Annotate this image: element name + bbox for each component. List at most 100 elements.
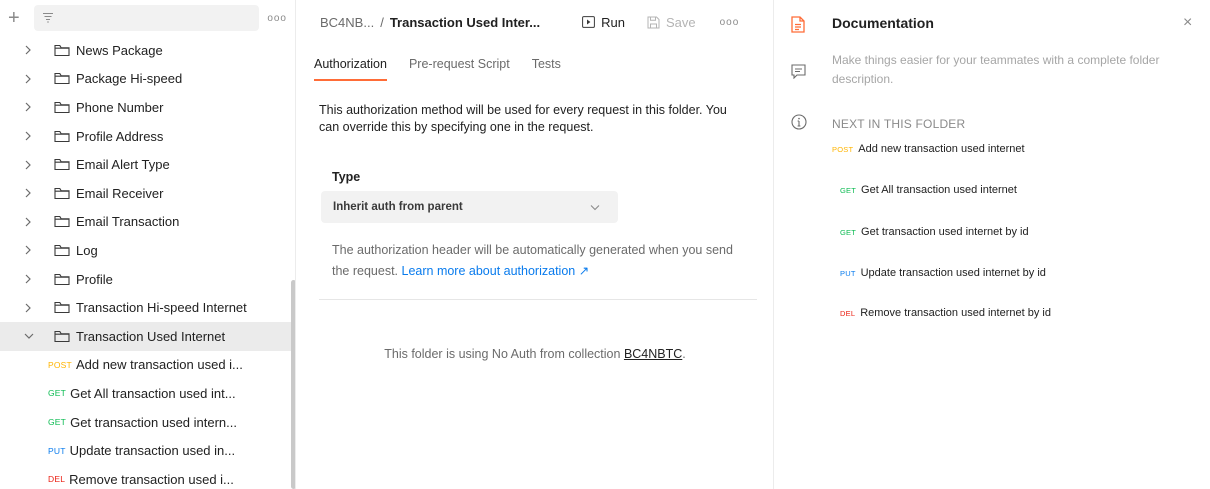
close-icon[interactable]: × <box>1183 14 1192 32</box>
sidebar-folder[interactable]: Package Hi-speed <box>0 65 295 94</box>
editor-tabs: Authorization Pre-request Script Tests <box>297 44 773 82</box>
chevron-right-icon[interactable] <box>24 303 54 313</box>
sidebar-folder[interactable]: News Package <box>0 36 295 65</box>
next-request-label: Remove transaction used internet by id <box>860 307 1051 319</box>
next-request-label: Add new transaction used internet <box>858 143 1025 155</box>
run-button[interactable]: Run <box>582 15 625 30</box>
folder-icon <box>54 301 70 314</box>
folder-list: News Package Package Hi-speed Phone Numb… <box>0 36 295 489</box>
run-label: Run <box>601 14 625 30</box>
info-icon[interactable] <box>791 114 807 133</box>
chevron-right-icon[interactable] <box>24 74 54 84</box>
sidebar-folder-selected[interactable]: Transaction Used Internet <box>0 321 295 351</box>
filter-icon <box>42 11 54 26</box>
sidebar-folder[interactable]: Profile <box>0 265 295 294</box>
folder-icon <box>54 158 70 171</box>
sidebar-request[interactable]: POST Add new transaction used i... <box>0 351 295 380</box>
sidebar-folder[interactable]: Transaction Hi-speed Internet <box>0 293 295 322</box>
folder-icon <box>54 130 70 143</box>
editor-header: BC4NB... / Transaction Used Inter... Run… <box>297 0 773 44</box>
folder-label: Phone Number <box>76 99 164 115</box>
noauth-message: This folder is using No Auth from collec… <box>297 347 773 361</box>
chevron-right-icon[interactable] <box>24 217 54 227</box>
request-label: Remove transaction used i... <box>69 471 234 487</box>
breadcrumb-collection[interactable]: BC4NB... <box>320 15 374 30</box>
save-icon <box>647 16 660 29</box>
chevron-right-icon[interactable] <box>24 102 54 112</box>
next-request-label: Update transaction used internet by id <box>860 267 1046 279</box>
documentation-title: Documentation <box>832 15 934 31</box>
more-options-icon[interactable]: ooo <box>259 13 287 24</box>
breadcrumb-separator: / <box>380 14 384 30</box>
folder-label: Log <box>76 242 98 258</box>
sidebar-folder[interactable]: Email Transaction <box>0 208 295 237</box>
next-request-item[interactable]: GET Get All transaction used internet <box>840 184 1017 196</box>
play-icon <box>582 16 595 28</box>
comments-icon[interactable] <box>791 64 806 82</box>
folder-label: Email Alert Type <box>76 157 170 173</box>
folder-editor: BC4NB... / Transaction Used Inter... Run… <box>297 0 773 489</box>
sidebar-request[interactable]: GET Get transaction used intern... <box>0 408 295 437</box>
folder-description-input[interactable]: Make things easier for your teammates wi… <box>832 51 1202 89</box>
chevron-right-icon[interactable] <box>24 245 54 255</box>
sidebar-toolbar: + ooo <box>0 0 295 36</box>
folder-label: Package Hi-speed <box>76 71 183 87</box>
collection-link[interactable]: BC4NBTC <box>624 347 682 361</box>
filter-input[interactable] <box>34 5 259 31</box>
chevron-down-icon[interactable] <box>24 332 54 340</box>
folder-icon <box>54 101 70 114</box>
breadcrumb-current[interactable]: Transaction Used Inter... <box>390 15 540 30</box>
sidebar-folder[interactable]: Log <box>0 236 295 265</box>
request-label: Add new transaction used i... <box>75 357 243 373</box>
save-button[interactable]: Save <box>647 15 696 30</box>
chevron-right-icon[interactable] <box>24 160 54 170</box>
noauth-suffix: . <box>682 347 686 361</box>
noauth-text: This folder is using No Auth from collec… <box>384 347 621 361</box>
folder-label: Email Transaction <box>76 214 180 230</box>
sidebar-request[interactable]: DEL Remove transaction used i... <box>0 465 295 489</box>
method-badge: PUT <box>840 268 856 278</box>
method-badge: GET <box>48 388 67 399</box>
chevron-right-icon[interactable] <box>24 188 54 198</box>
sidebar-request[interactable]: GET Get All transaction used int... <box>0 379 295 408</box>
method-badge: POST <box>48 359 72 370</box>
method-badge: GET <box>840 227 857 237</box>
sidebar-folder[interactable]: Profile Address <box>0 122 295 151</box>
sidebar: + ooo News Package Package Hi-speed Phon… <box>0 0 296 489</box>
folder-icon <box>54 44 70 57</box>
tab-tests[interactable]: Tests <box>532 44 561 81</box>
tab-pre-request-script[interactable]: Pre-request Script <box>409 44 510 81</box>
auth-type-select[interactable]: Inherit auth from parent <box>321 191 618 223</box>
folder-label: Profile <box>76 271 113 287</box>
folder-label: Email Receiver <box>76 185 164 201</box>
folder-icon <box>54 244 70 257</box>
method-badge: GET <box>48 417 67 428</box>
learn-more-link[interactable]: Learn more about authorization ↗ <box>402 264 590 278</box>
chevron-down-icon <box>590 204 600 211</box>
documentation-icon[interactable] <box>791 16 805 36</box>
folder-icon <box>54 187 70 200</box>
chevron-right-icon[interactable] <box>24 131 54 141</box>
sidebar-request[interactable]: PUT Update transaction used in... <box>0 436 295 465</box>
folder-label: News Package <box>76 42 163 58</box>
folder-icon <box>54 330 70 343</box>
chevron-right-icon[interactable] <box>24 45 54 55</box>
next-in-folder-header: NEXT IN THIS FOLDER <box>832 117 966 131</box>
folder-icon <box>54 273 70 286</box>
next-request-item[interactable]: POST Add new transaction used internet <box>832 143 1025 155</box>
sidebar-scrollbar[interactable] <box>291 280 295 489</box>
tab-authorization[interactable]: Authorization <box>314 44 387 81</box>
sidebar-folder[interactable]: Phone Number <box>0 93 295 122</box>
auth-description: This authorization method will be used f… <box>319 103 727 134</box>
next-request-item[interactable]: GET Get transaction used internet by id <box>840 226 1029 238</box>
sidebar-folder[interactable]: Email Alert Type <box>0 150 295 179</box>
more-options-icon[interactable]: ooo <box>720 17 740 28</box>
sidebar-folder[interactable]: Email Receiver <box>0 179 295 208</box>
folder-label: Transaction Hi-speed Internet <box>76 300 247 316</box>
method-badge: POST <box>832 144 854 154</box>
chevron-right-icon[interactable] <box>24 274 54 284</box>
next-request-item[interactable]: DEL Remove transaction used internet by … <box>840 307 1051 319</box>
save-label: Save <box>665 14 696 30</box>
new-button[interactable]: + <box>8 8 30 28</box>
next-request-item[interactable]: PUT Update transaction used internet by … <box>840 267 1046 279</box>
